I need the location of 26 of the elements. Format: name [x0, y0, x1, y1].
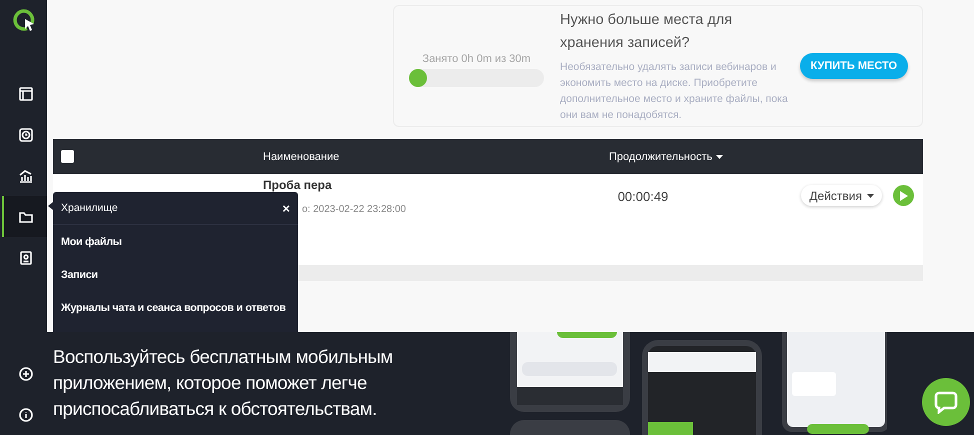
column-header[interactable]: Продолжительность [609, 150, 923, 162]
menu-title: Хранилище [61, 202, 118, 214]
menu-item[interactable]: Журналы чата и сеанса вопросов и ответов [53, 291, 298, 324]
sidebar-item[interactable] [2, 196, 47, 237]
usage-label: Занято 0h 0m из 30m [422, 53, 531, 65]
layout-icon [18, 86, 34, 102]
column-header[interactable]: Наименование [263, 150, 609, 162]
card-title: Нужно больше места для хранения записей? [560, 11, 734, 53]
recording-title: Проба пера [263, 178, 332, 192]
close-button[interactable]: × [282, 200, 290, 216]
duration-cell: 00:00:49 [618, 189, 668, 204]
actions-dropdown[interactable]: Действия [801, 185, 882, 206]
recording-date: о: 2023-02-22 23:28:00 [302, 204, 406, 215]
menu-item[interactable]: Мои файлы [53, 225, 298, 258]
caret-icon [867, 194, 874, 198]
banner-text: Воспользуйтесь бесплатным мобильным приложением, которое поможет легче приспосабливаться к обстоятельствам. [53, 345, 394, 421]
add-icon [18, 366, 34, 382]
logo-icon[interactable] [12, 8, 36, 32]
play-icon [900, 190, 908, 200]
card-description: Необязательно удалять записи вебинаров и экономить место на диске. Приобретите дополнительное место и храните файлы, пока они вам не понадобятся. [560, 60, 789, 123]
select-all-checkbox[interactable] [61, 150, 74, 163]
chart-icon [18, 168, 34, 184]
contact-book-icon [18, 250, 34, 266]
chat-icon [934, 390, 958, 414]
info-icon [18, 406, 34, 422]
menu-item[interactable]: Записи [53, 258, 298, 291]
